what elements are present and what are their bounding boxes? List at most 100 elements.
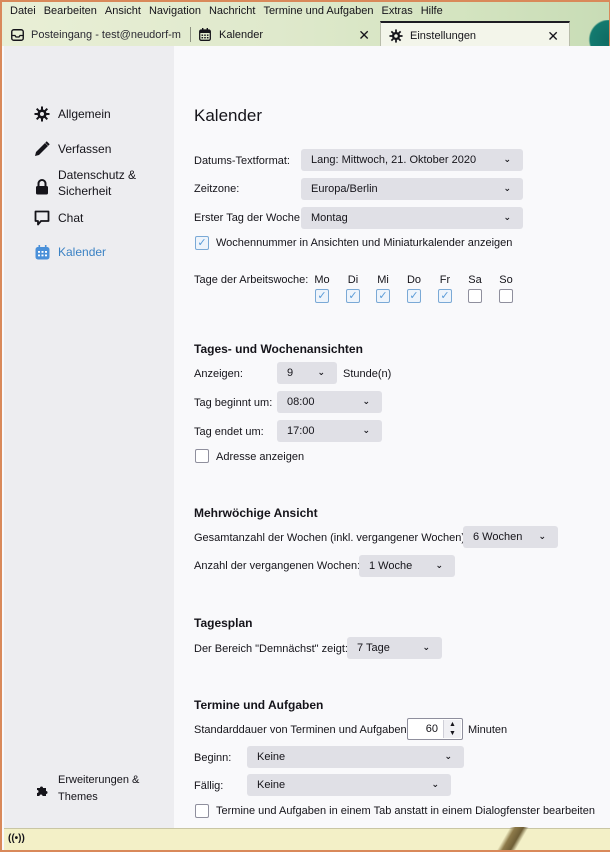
section-title-agenda: Tagesplan: [194, 616, 253, 630]
menu-hilfe[interactable]: Hilfe: [417, 4, 447, 20]
chevron-down-icon: ⌄: [444, 750, 452, 761]
week-number-checkbox[interactable]: ✓: [195, 236, 209, 250]
section-title-multiweek: Mehrwöchige Ansicht: [194, 506, 318, 520]
sidebar-item-label: Chat: [58, 211, 84, 225]
show-hours-select[interactable]: 9 ⌄: [277, 362, 337, 384]
page-title: Kalender: [194, 106, 263, 125]
chevron-down-icon: ⌄: [538, 530, 546, 541]
timezone-label: Zeitzone:: [194, 183, 240, 195]
chevron-down-icon: ⌄: [317, 366, 325, 377]
select-value: Keine: [257, 751, 286, 763]
theme-decoration: [494, 827, 534, 851]
show-location-checkbox[interactable]: [195, 449, 209, 463]
section-title-day-week: Tages- und Wochenansichten: [194, 342, 363, 356]
workday-checkbox-sa[interactable]: [468, 289, 482, 303]
select-value: 1 Woche: [369, 560, 413, 572]
workday-checkbox-di[interactable]: ✓: [346, 289, 360, 303]
tab-strip: Posteingang - test@neudorf-m Kalender ✕ …: [2, 21, 609, 48]
workday-checkbox-mi[interactable]: ✓: [376, 289, 390, 303]
day-start-select[interactable]: 08:00 ⌄: [277, 391, 382, 413]
default-length-input[interactable]: 60 ▲ ▼: [407, 718, 463, 740]
sidebar-item-label: Erweiterungen &: [58, 774, 140, 786]
menu-ansicht[interactable]: Ansicht: [101, 4, 145, 20]
day-end-select[interactable]: 17:00 ⌄: [277, 420, 382, 442]
gear-icon: [34, 106, 50, 122]
menu-termine-und-aufgaben[interactable]: Termine und Aufgaben: [259, 4, 377, 20]
show-location-label: Adresse anzeigen: [216, 451, 305, 463]
sidebar-item-kalender[interactable]: Kalender: [34, 244, 106, 260]
puzzle-icon: [34, 783, 50, 799]
chevron-down-icon: ⌄: [503, 153, 511, 164]
total-weeks-label: Gesamtanzahl der Wochen (inkl. vergangen…: [194, 532, 469, 544]
close-icon[interactable]: ✕: [358, 28, 370, 42]
first-day-label: Erster Tag der Woche:: [194, 212, 304, 224]
section-title-events: Termine und Aufgaben: [194, 698, 324, 712]
tab-label: Einstellungen: [410, 29, 477, 42]
first-day-select[interactable]: Montag ⌄: [301, 207, 523, 229]
show-hours-label: Anzeigen:: [194, 368, 243, 380]
sidebar-item-datenschutz[interactable]: Datenschutz & Sicherheit: [34, 167, 136, 199]
menu-datei[interactable]: Datei: [6, 4, 40, 20]
upcoming-select[interactable]: 7 Tage ⌄: [347, 637, 442, 659]
select-value: Montag: [311, 212, 348, 224]
sidebar-item-label: Sicherheit: [58, 184, 112, 198]
workday-label-di: Di: [347, 274, 359, 286]
app-window: Datei Bearbeiten Ansicht Navigation Nach…: [0, 0, 610, 852]
due-select[interactable]: Keine ⌄: [247, 774, 451, 796]
workday-label-do: Do: [406, 274, 422, 286]
select-value: 7 Tage: [357, 642, 390, 654]
start-select[interactable]: Keine ⌄: [247, 746, 464, 768]
online-status-icon[interactable]: ((•)): [8, 833, 25, 844]
select-value: Keine: [257, 779, 286, 791]
chat-icon: [34, 210, 50, 226]
lock-icon: [34, 179, 50, 195]
chevron-down-icon: ⌄: [422, 641, 430, 652]
timezone-select[interactable]: Europa/Berlin ⌄: [301, 178, 523, 200]
default-length-label: Standarddauer von Terminen und Aufgaben:: [194, 724, 410, 736]
menu-nachricht[interactable]: Nachricht: [205, 4, 259, 20]
menu-navigation[interactable]: Navigation: [145, 4, 205, 20]
workday-checkbox-fr[interactable]: ✓: [438, 289, 452, 303]
title-bar: Datei Bearbeiten Ansicht Navigation Nach…: [2, 0, 609, 48]
workday-checkbox-so[interactable]: [499, 289, 513, 303]
gear-icon: [389, 28, 403, 43]
spin-buttons: ▲ ▼: [443, 720, 461, 738]
total-weeks-select[interactable]: 6 Wochen ⌄: [463, 526, 558, 548]
menu-bar: Datei Bearbeiten Ansicht Navigation Nach…: [6, 4, 447, 20]
show-hours-unit: Stunde(n): [343, 368, 392, 380]
sidebar-item-verfassen[interactable]: Verfassen: [34, 141, 111, 157]
tab-calendar[interactable]: Kalender ✕: [190, 21, 380, 48]
workday-checkbox-do[interactable]: ✓: [407, 289, 421, 303]
sidebar-item-label-group: Datenschutz & Sicherheit: [58, 167, 136, 199]
sidebar-item-label: Datenschutz &: [58, 168, 137, 182]
workday-checkbox-mo[interactable]: ✓: [315, 289, 329, 303]
edit-in-tab-label: Termine und Aufgaben in einem Tab anstat…: [216, 805, 595, 817]
calendar-icon: [198, 28, 212, 42]
sidebar-item-erweiterungen[interactable]: Erweiterungen & Themes: [34, 772, 139, 806]
workday-label-fr: Fr: [439, 274, 451, 286]
past-weeks-select[interactable]: 1 Woche ⌄: [359, 555, 455, 577]
pencil-icon: [34, 141, 50, 157]
day-start-label: Tag beginnt um:: [194, 397, 273, 409]
edit-in-tab-checkbox[interactable]: [195, 804, 209, 818]
theme-decoration: [581, 20, 609, 48]
menu-extras[interactable]: Extras: [378, 4, 417, 20]
sidebar-item-chat[interactable]: Chat: [34, 210, 83, 226]
spin-up-icon[interactable]: ▲: [444, 720, 461, 729]
workday-label-mi: Mi: [377, 274, 389, 286]
menu-bearbeiten[interactable]: Bearbeiten: [40, 4, 101, 20]
close-icon[interactable]: ✕: [547, 29, 559, 43]
select-value: 08:00: [287, 396, 315, 408]
select-value: Lang: Mittwoch, 21. Oktober 2020: [311, 154, 477, 166]
tab-settings[interactable]: Einstellungen ✕: [380, 21, 570, 48]
tab-inbox[interactable]: Posteingang - test@neudorf-m: [2, 21, 190, 48]
due-label: Fällig:: [194, 780, 224, 792]
date-format-select[interactable]: Lang: Mittwoch, 21. Oktober 2020 ⌄: [301, 149, 523, 171]
spin-down-icon[interactable]: ▼: [444, 729, 461, 738]
chevron-down-icon: ⌄: [435, 559, 443, 570]
past-weeks-label: Anzahl der vergangenen Wochen:: [194, 560, 361, 572]
sidebar: Allgemein Verfassen Datenschutz & Sicher…: [4, 46, 174, 828]
select-value: 6 Wochen: [473, 531, 523, 543]
sidebar-item-allgemein[interactable]: Allgemein: [34, 106, 111, 122]
select-value: Europa/Berlin: [311, 183, 378, 195]
